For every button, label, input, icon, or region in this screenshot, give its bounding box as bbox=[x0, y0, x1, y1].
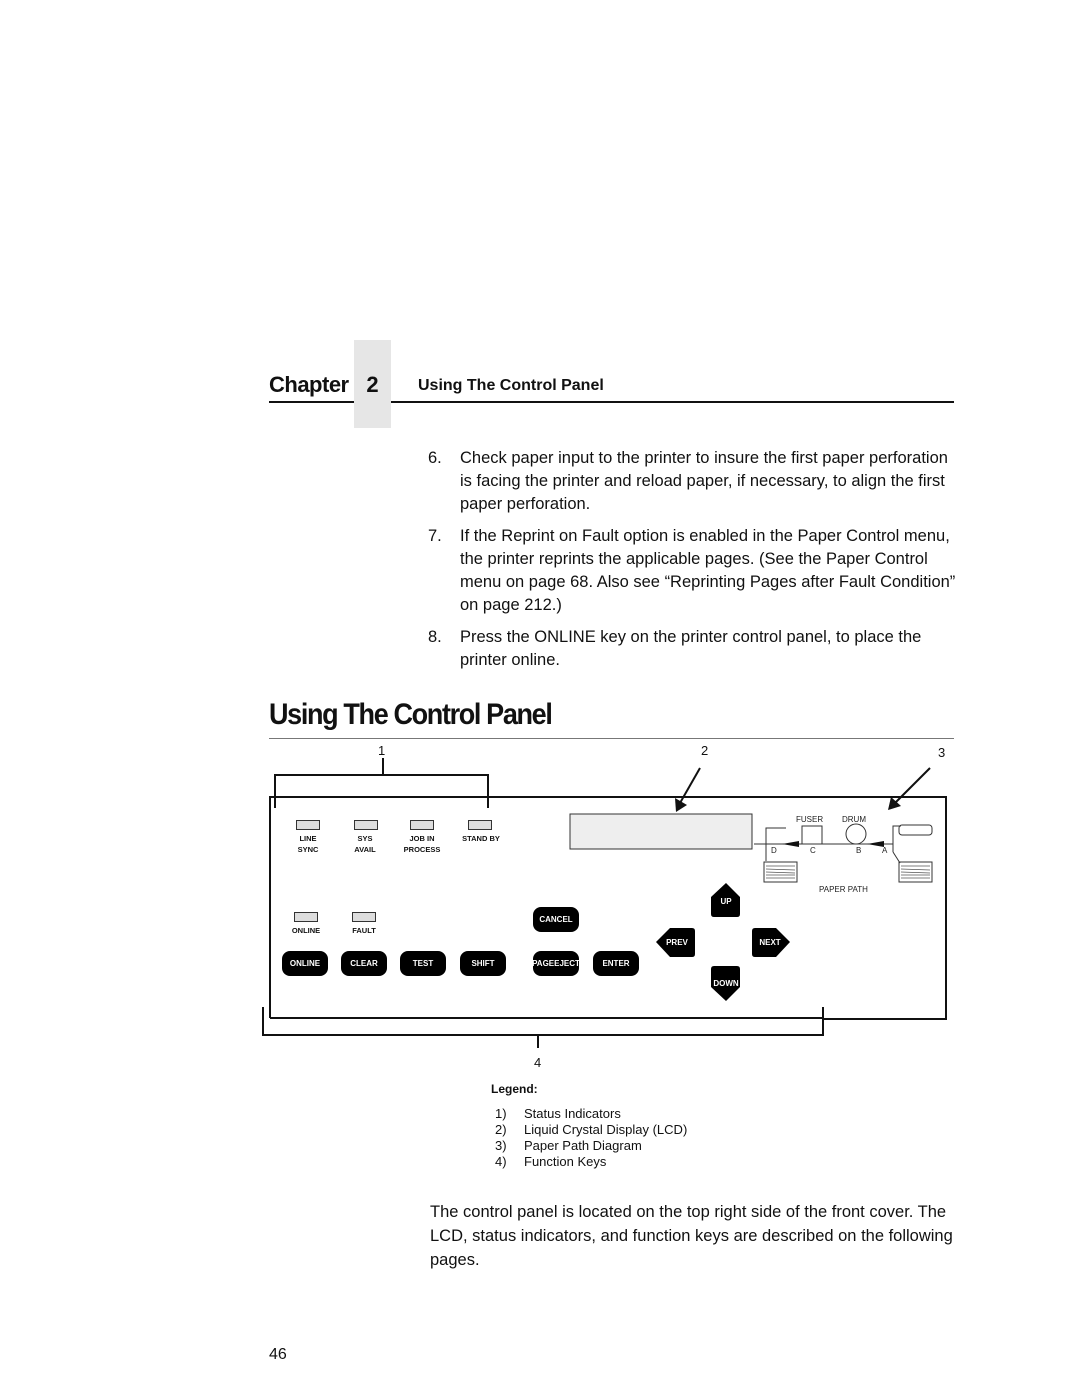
led-online bbox=[294, 912, 318, 922]
path-point-a: A bbox=[882, 846, 888, 855]
cancel-key[interactable]: CANCEL bbox=[533, 907, 579, 932]
next-key[interactable]: NEXT bbox=[753, 931, 787, 953]
page-number: 46 bbox=[269, 1346, 287, 1363]
callout-bracket-4 bbox=[262, 1007, 824, 1048]
legend-title: Legend: bbox=[491, 1082, 538, 1096]
paper-stack-lines bbox=[765, 865, 931, 879]
callout-2: 2 bbox=[701, 743, 709, 758]
control-panel-diagram bbox=[262, 758, 947, 1048]
lcd-display bbox=[569, 813, 753, 850]
paper-path-arrow bbox=[782, 841, 799, 847]
callout-bracket-1 bbox=[274, 758, 489, 808]
prev-key[interactable]: PREV bbox=[660, 931, 694, 953]
legend-item: 3) Paper Path Diagram bbox=[495, 1138, 642, 1153]
drum-label: DRUM bbox=[842, 815, 866, 824]
led-stand-by bbox=[468, 820, 492, 830]
online-key[interactable]: ONLINE bbox=[282, 951, 328, 976]
path-point-c: C bbox=[810, 846, 816, 855]
path-point-b: B bbox=[856, 846, 862, 855]
enter-key[interactable]: ENTER bbox=[593, 951, 639, 976]
paper-path-label: PAPER PATH bbox=[819, 885, 868, 894]
led-job-in-process bbox=[410, 820, 434, 830]
path-point-d: D bbox=[771, 846, 777, 855]
callout-4: 4 bbox=[534, 1055, 542, 1070]
indicator-label-fault: FAULT bbox=[352, 926, 376, 935]
legend-item: 2) Liquid Crystal Display (LCD) bbox=[495, 1122, 688, 1137]
legend-item: 4) Function Keys bbox=[495, 1154, 607, 1169]
led-sys-avail bbox=[354, 820, 378, 830]
callout-arrow-3 bbox=[888, 767, 931, 810]
led-fault bbox=[352, 912, 376, 922]
up-key[interactable]: UP bbox=[711, 890, 741, 912]
callout-3: 3 bbox=[938, 745, 946, 760]
callout-arrow-2 bbox=[675, 767, 701, 812]
fuser-label: FUSER bbox=[796, 815, 824, 824]
legend-item: 1) Status Indicators bbox=[495, 1106, 621, 1121]
led-line-sync bbox=[296, 820, 320, 830]
legend-list: 1) Status Indicators 2) Liquid Crystal Dis… bbox=[495, 1106, 687, 1170]
body-paragraph: The control panel is located on the top … bbox=[430, 1203, 953, 1269]
down-key[interactable]: DOWN bbox=[711, 972, 741, 994]
paper-path-diagram bbox=[754, 823, 933, 883]
callout-1: 1 bbox=[378, 743, 386, 758]
test-key[interactable]: TEST bbox=[400, 951, 446, 976]
clear-key[interactable]: CLEAR bbox=[341, 951, 387, 976]
indicator-label-stand-by: STAND BY bbox=[462, 834, 500, 843]
shift-key[interactable]: SHIFT bbox=[460, 951, 506, 976]
page-eject-key[interactable]: PAGE EJECT bbox=[532, 951, 580, 976]
